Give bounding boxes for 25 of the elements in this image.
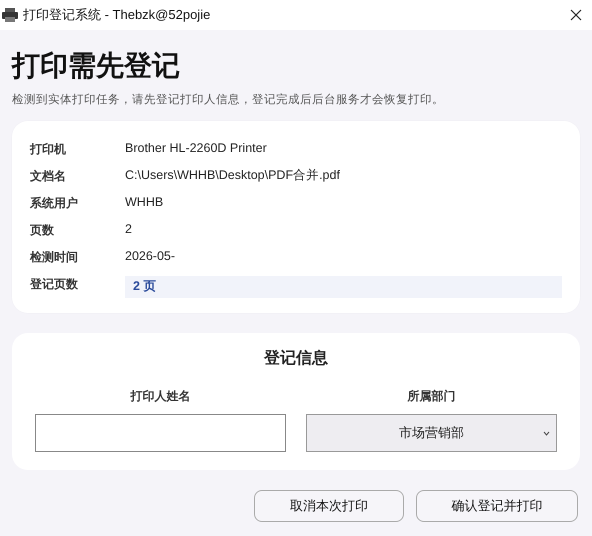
department-select[interactable]: 市场营销部	[306, 414, 557, 452]
form-title: 登记信息	[262, 348, 329, 369]
detail-value: Brother HL-2260D Printer	[125, 140, 267, 158]
detail-value: 2026-05-	[125, 248, 176, 266]
window-title: 打印登记系统 - Thebzk@52pojie	[23, 6, 210, 24]
detail-value: 2	[125, 221, 132, 238]
detail-label: 页数	[30, 222, 55, 238]
chevron-down-icon	[543, 431, 550, 436]
printer-icon	[2, 8, 18, 22]
detail-value-highlight: 2 页	[125, 276, 562, 298]
detail-label: 文档名	[30, 168, 67, 184]
page-heading: 打印需先登记	[12, 49, 181, 83]
detail-label: 登记页数	[30, 276, 79, 292]
detail-label: 检测时间	[30, 248, 79, 266]
field-label: 所属部门	[406, 388, 456, 405]
name-input[interactable]	[35, 414, 286, 452]
confirm-button[interactable]: 确认登记并打印	[416, 490, 578, 522]
detail-label: 打印机	[30, 140, 67, 158]
subtitle: 检测到实体打印任务，请先登记打印人信息，登记完成后后台服务才会恢复打印。	[12, 92, 445, 108]
field-label: 打印人姓名	[129, 388, 192, 405]
detail-value: WHHB	[125, 194, 164, 212]
cancel-button[interactable]: 取消本次打印	[254, 490, 404, 522]
detail-value: C:\Users\WHHB\Desktop\PDF合并.pdf	[125, 167, 340, 184]
detail-label: 系统用户	[30, 194, 79, 212]
close-icon[interactable]	[570, 9, 582, 21]
